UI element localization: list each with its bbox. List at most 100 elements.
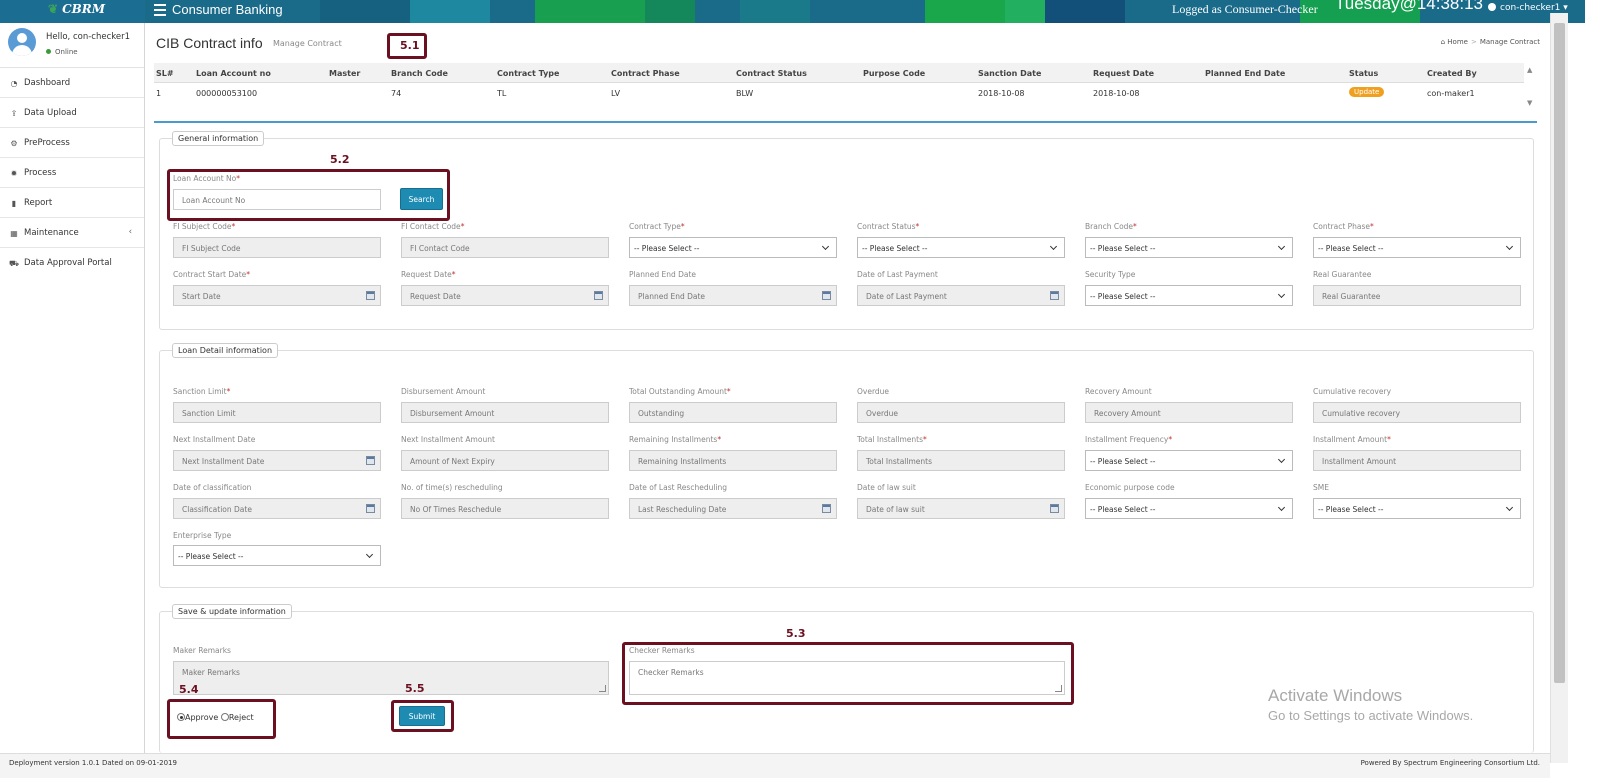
status-badge-update[interactable]: Update (1349, 87, 1385, 97)
request-date-input[interactable]: Request Date (401, 285, 609, 306)
planned-end-date-input[interactable]: Planned End Date (629, 285, 837, 306)
placeholder: Maker Remarks (182, 668, 240, 677)
col-header[interactable]: Loan Account no (196, 69, 271, 78)
col-header[interactable]: Branch Code (391, 69, 448, 78)
sidebar-item-maintenance[interactable]: ▦ Maintenance ‹ (0, 218, 144, 248)
sidebar-item-data-approval-portal[interactable]: ⛟ Data Approval Portal (0, 248, 144, 278)
classification-date-input[interactable]: Classification Date (173, 498, 381, 519)
calendar-icon[interactable] (822, 291, 831, 300)
search-button[interactable]: Search (400, 188, 443, 210)
calendar-icon[interactable] (822, 504, 831, 513)
maker-remarks-textarea[interactable]: Maker Remarks (173, 661, 609, 695)
contract-phase-label: Contract Phase* (1313, 222, 1374, 231)
resize-grip-icon[interactable] (599, 685, 606, 692)
main-content: CIB Contract info Manage Contract ⌂ Home… (145, 23, 1550, 753)
sidebar-item-process[interactable]: ✹ Process (0, 158, 144, 188)
approve-radio[interactable] (177, 713, 185, 721)
contract-type-select[interactable]: -- Please Select -- (629, 237, 837, 258)
resize-grip-icon[interactable] (1055, 685, 1062, 692)
disbursement-amount-input[interactable]: Disbursement Amount (401, 402, 609, 423)
installment-amount-input[interactable]: Installment Amount (1313, 450, 1521, 471)
cumulative-recovery-label: Cumulative recovery (1313, 387, 1392, 396)
installment-frequency-select[interactable]: -- Please Select -- (1085, 450, 1293, 471)
sidebar-item-label: PreProcess (24, 138, 70, 148)
calendar-icon[interactable] (366, 456, 375, 465)
col-header[interactable]: Planned End Date (1205, 69, 1285, 78)
next-installment-amount-input[interactable]: Amount of Next Expiry (401, 450, 609, 471)
cumulative-recovery-input[interactable]: Cumulative recovery (1313, 402, 1521, 423)
col-header[interactable]: Master (329, 69, 360, 78)
page-scrollbar[interactable] (1550, 13, 1568, 763)
breadcrumb-home[interactable]: Home (1447, 38, 1468, 46)
checker-remarks-textarea[interactable]: Checker Remarks (629, 661, 1065, 695)
navbar-band (925, 0, 1005, 23)
loan-account-input[interactable]: Loan Account No (173, 189, 381, 210)
overdue-input[interactable]: Overdue (857, 402, 1065, 423)
branch-code-select[interactable]: -- Please Select -- (1085, 237, 1293, 258)
rescheduling-count-input[interactable]: No Of Times Reschedule (401, 498, 609, 519)
annotation-label-5-2: 5.2 (330, 153, 350, 166)
contract-start-date-input[interactable]: Start Date (173, 285, 381, 306)
hamburger-menu-icon[interactable] (154, 4, 166, 16)
law-suit-date-input[interactable]: Date of law suit (857, 498, 1065, 519)
approve-label[interactable]: Approve (185, 713, 218, 722)
scroll-down-icon[interactable]: ▼ (1527, 99, 1532, 107)
table-scrollbar[interactable]: ▲ ▼ (1525, 63, 1537, 113)
sidebar-item-report[interactable]: ▮ Report (0, 188, 144, 218)
scroll-up-icon[interactable]: ▲ (1527, 66, 1532, 74)
sidebar-item-preprocess[interactable]: ⚙ PreProcess (0, 128, 144, 158)
col-header[interactable]: Created By (1427, 69, 1477, 78)
calendar-icon[interactable] (366, 291, 375, 300)
contract-status-select[interactable]: -- Please Select -- (857, 237, 1065, 258)
save-update-legend: Save & update information (172, 604, 292, 619)
page-title: CIB Contract info (156, 35, 263, 51)
user-menu[interactable]: con-checker1 ▾ (1488, 3, 1568, 13)
watermark-line-2: Go to Settings to activate Windows. (1268, 708, 1474, 723)
navbar-band (1005, 0, 1045, 23)
col-header[interactable]: Contract Phase (611, 69, 680, 78)
col-header[interactable]: Sanction Date (978, 69, 1041, 78)
calendar-icon[interactable] (594, 291, 603, 300)
remaining-installments-input[interactable]: Remaining Installments (629, 450, 837, 471)
fi-contact-code-input[interactable]: FI Contact Code (401, 237, 609, 258)
last-rescheduling-input[interactable]: Last Rescheduling Date (629, 498, 837, 519)
brand-logo[interactable]: ❦ CBRM (48, 2, 105, 16)
calendar-icon[interactable] (1050, 504, 1059, 513)
sidebar-item-dashboard[interactable]: ◔ Dashboard (0, 68, 144, 98)
annotation-label-5-5: 5.5 (405, 682, 425, 695)
real-guarantee-label: Real Guarantee (1313, 270, 1372, 279)
fi-subject-code-input[interactable]: FI Subject Code (173, 237, 381, 258)
reject-radio[interactable] (220, 713, 229, 721)
placeholder: Last Rescheduling Date (638, 505, 727, 514)
col-header[interactable]: Contract Status (736, 69, 807, 78)
economic-purpose-label: Economic purpose code (1085, 483, 1175, 492)
col-header[interactable]: Contract Type (497, 69, 559, 78)
scrollbar-thumb[interactable] (1554, 23, 1565, 683)
col-header[interactable]: Status (1349, 69, 1378, 78)
powered-by: Powered By Spectrum Engineering Consorti… (1360, 759, 1540, 767)
total-outstanding-input[interactable]: Outstanding (629, 402, 837, 423)
contract-phase-select[interactable]: -- Please Select -- (1313, 237, 1521, 258)
sidebar-item-data-upload[interactable]: ⇪ Data Upload (0, 98, 144, 128)
security-type-select[interactable]: -- Please Select -- (1085, 285, 1293, 306)
calendar-icon[interactable] (1050, 291, 1059, 300)
date-of-last-payment-input[interactable]: Date of Last Payment (857, 285, 1065, 306)
cell-request-date: 2018-10-08 (1093, 89, 1140, 98)
calendar-icon[interactable] (366, 504, 375, 513)
economic-purpose-select[interactable]: -- Please Select -- (1085, 498, 1293, 519)
sme-select[interactable]: -- Please Select -- (1313, 498, 1521, 519)
col-header[interactable]: Request Date (1093, 69, 1154, 78)
next-installment-date-input[interactable]: Next Installment Date (173, 450, 381, 471)
submit-button[interactable]: Submit (399, 706, 445, 726)
enterprise-type-label: Enterprise Type (173, 531, 232, 540)
enterprise-type-select[interactable]: -- Please Select -- (173, 545, 381, 566)
real-guarantee-input[interactable]: Real Guarantee (1313, 285, 1521, 306)
col-header[interactable]: SL# (156, 69, 174, 78)
total-installments-input[interactable]: Total Installments (857, 450, 1065, 471)
col-header[interactable]: Purpose Code (863, 69, 925, 78)
reject-label[interactable]: Reject (229, 713, 254, 722)
sanction-limit-input[interactable]: Sanction Limit (173, 402, 381, 423)
placeholder: Classification Date (182, 505, 252, 514)
recovery-amount-input[interactable]: Recovery Amount (1085, 402, 1293, 423)
upload-icon: ⇪ (10, 109, 18, 118)
